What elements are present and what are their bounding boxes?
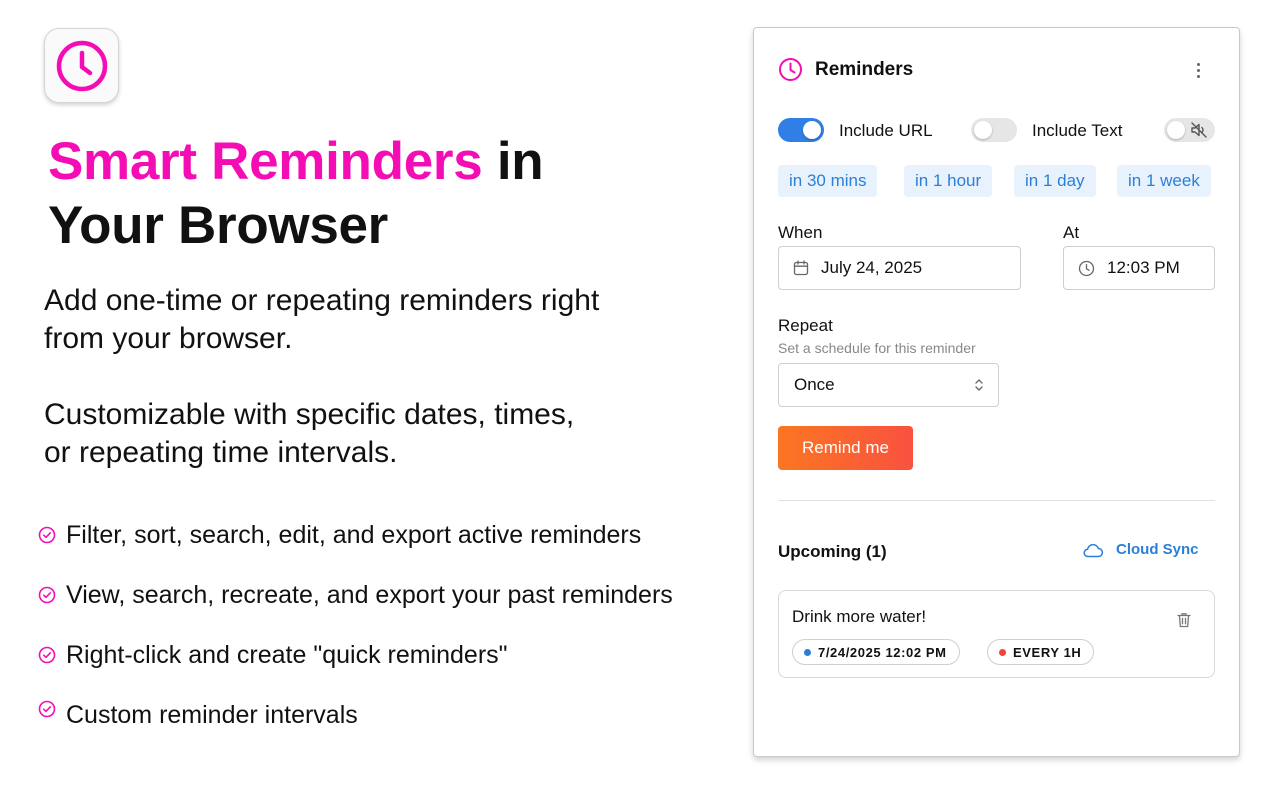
check-circle-icon: [38, 586, 56, 604]
feature-item: Filter, sort, search, edit, and export a…: [38, 519, 641, 551]
chevron-up-down-icon: [975, 379, 983, 391]
app-logo: [44, 28, 119, 103]
headline: Smart Reminders in Your Browser: [48, 130, 668, 258]
date-field[interactable]: July 24, 2025: [778, 246, 1021, 290]
feature-text: View, search, recreate, and export your …: [66, 580, 673, 609]
divider: [778, 500, 1215, 501]
headline-accent: Smart Reminders: [48, 132, 483, 191]
paragraph-line: or repeating time intervals.: [44, 436, 398, 469]
volume-off-icon: [1191, 122, 1207, 138]
reminders-popup: Reminders Include URL Include Text in 30…: [753, 27, 1240, 757]
feature-text: Filter, sort, search, edit, and export a…: [66, 520, 642, 549]
check-circle-icon: [38, 526, 56, 544]
repeat-badge-text: EVERY 1H: [1013, 644, 1082, 660]
repeat-badge: EVERY 1H: [987, 639, 1095, 665]
status-dot: [804, 648, 811, 656]
feature-item: Right-click and create "quick reminders": [38, 639, 508, 671]
paragraph-line: from your browser.: [44, 322, 293, 355]
paragraph-line: Add one-time or repeating reminders righ…: [44, 284, 600, 317]
description-paragraph-2: Customizable with specific dates, times,…: [44, 396, 724, 472]
feature-text: Right-click and create "quick reminders": [66, 640, 508, 669]
headline-line2: Your Browser: [48, 196, 388, 255]
sound-toggle[interactable]: [1164, 118, 1215, 142]
headline-rest: in: [482, 132, 544, 191]
time-field[interactable]: 12:03 PM: [1063, 246, 1215, 290]
clock-icon: [779, 58, 802, 81]
more-vertical-icon[interactable]: [1191, 59, 1205, 81]
repeat-hint: Set a schedule for this reminder: [778, 340, 976, 356]
description-paragraph-1: Add one-time or repeating reminders righ…: [44, 282, 724, 358]
check-circle-icon: [38, 700, 56, 718]
remind-me-button[interactable]: Remind me: [778, 426, 913, 470]
quick-chip-1-day[interactable]: in 1 day: [1014, 165, 1096, 197]
date-badge: 7/24/2025 12:02 PM: [792, 639, 960, 665]
date-value: July 24, 2025: [821, 258, 923, 277]
clock-icon: [1078, 260, 1095, 276]
feature-item: View, search, recreate, and export your …: [38, 579, 673, 611]
repeat-label: Repeat: [778, 316, 833, 335]
cloud-sync-label: Cloud Sync: [1116, 541, 1199, 558]
popup-title: Reminders: [815, 59, 914, 80]
repeat-value: Once: [794, 375, 835, 394]
include-text-label: Include Text: [1032, 121, 1123, 140]
paragraph-line: Customizable with specific dates, times,: [44, 398, 575, 431]
time-value: 12:03 PM: [1107, 258, 1180, 277]
include-url-toggle[interactable]: [778, 118, 824, 142]
cloud-icon: [1083, 543, 1104, 557]
status-dot: [999, 648, 1006, 656]
include-url-label: Include URL: [839, 121, 933, 140]
quick-chip-30-mins[interactable]: in 30 mins: [778, 165, 878, 197]
date-badge-text: 7/24/2025 12:02 PM: [818, 644, 947, 660]
check-circle-icon: [38, 646, 56, 664]
feature-text: Custom reminder intervals: [66, 700, 358, 729]
trash-icon[interactable]: [1175, 611, 1193, 629]
clock-icon: [56, 40, 107, 91]
calendar-icon: [793, 260, 809, 276]
quick-chip-1-week[interactable]: in 1 week: [1117, 165, 1211, 197]
reminder-card[interactable]: Drink more water! 7/24/2025 12:02 PM EVE…: [778, 590, 1215, 678]
upcoming-heading: Upcoming (1): [778, 542, 887, 561]
include-text-toggle[interactable]: [971, 118, 1017, 142]
feature-item: Custom reminder intervals: [38, 699, 358, 731]
cloud-sync-button[interactable]: Cloud Sync: [1082, 541, 1199, 558]
at-label: At: [1063, 223, 1080, 242]
quick-chip-1-hour[interactable]: in 1 hour: [904, 165, 993, 197]
repeat-select[interactable]: Once: [778, 363, 999, 407]
reminder-title: Drink more water!: [792, 607, 927, 626]
when-label: When: [778, 223, 823, 242]
